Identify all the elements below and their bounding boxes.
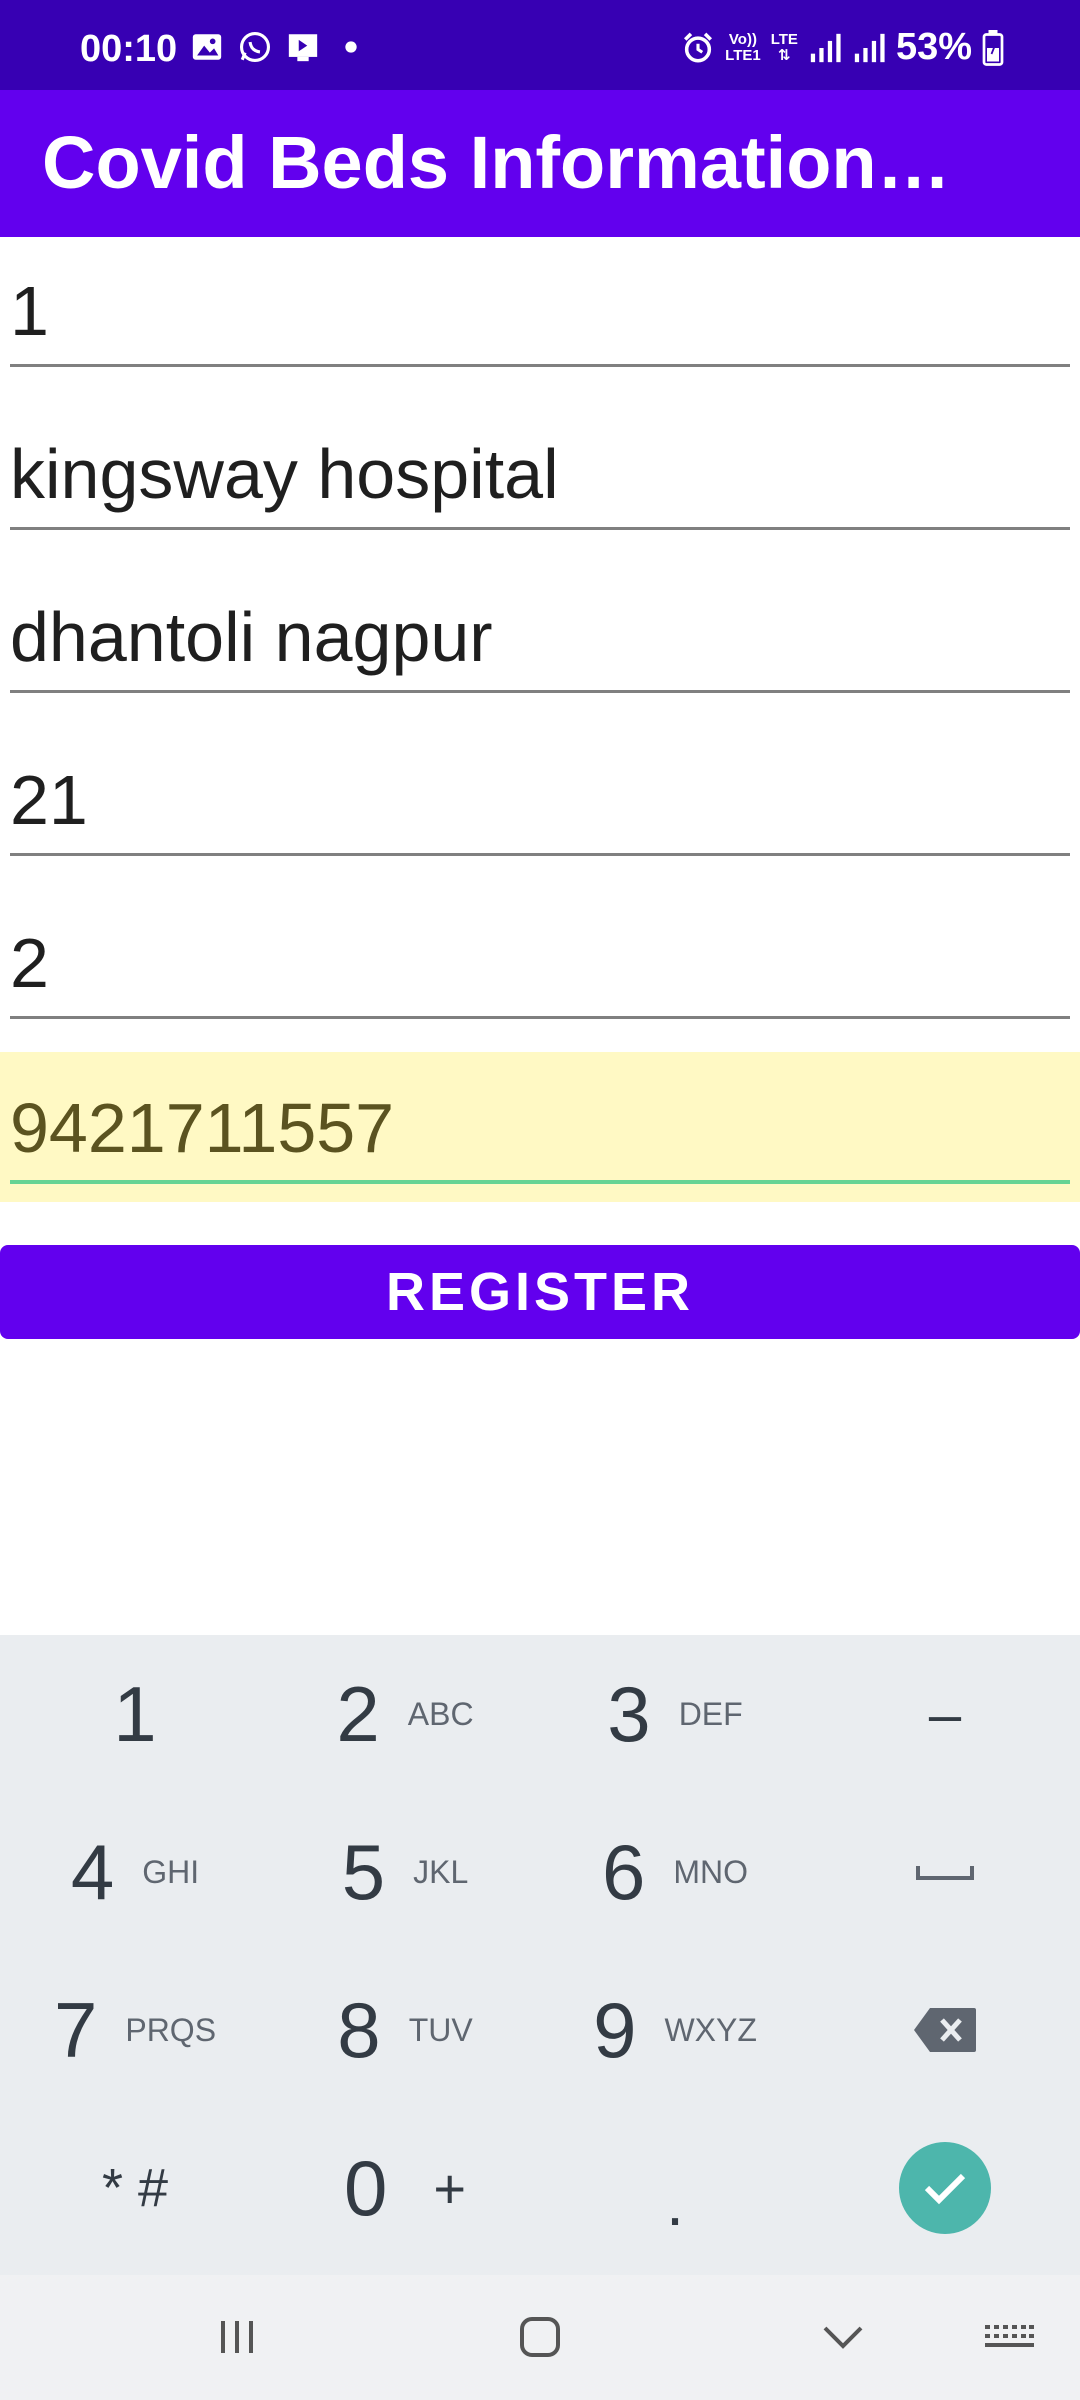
field-value: 2 xyxy=(10,924,49,1002)
key-1[interactable]: 1 xyxy=(0,1635,270,1793)
field-value: dhantoli nagpur xyxy=(10,598,493,676)
whatsapp-icon xyxy=(239,31,271,63)
address-field[interactable]: dhantoli nagpur xyxy=(10,563,1070,693)
space-icon xyxy=(916,1866,974,1880)
key-letters: PRQS xyxy=(125,2011,217,2048)
key-6[interactable]: 6 MNO xyxy=(540,1793,810,1951)
field-underline xyxy=(10,364,1070,367)
lte-indicator: LTE ⇅ xyxy=(770,30,798,64)
key-letters: TUV xyxy=(408,2011,473,2048)
key-digit: 1 xyxy=(113,1669,157,1758)
key-space[interactable] xyxy=(810,1793,1080,1951)
recent-apps-button[interactable] xyxy=(202,2305,272,2369)
signal-icon xyxy=(810,33,841,62)
status-bar: 00:10 Vo)) LTE1 LTE ⇅ 53% xyxy=(0,0,1080,90)
hospital-name-field[interactable]: kingsway hospital xyxy=(10,400,1070,530)
key-0[interactable]: 0 + xyxy=(270,2109,540,2267)
register-button[interactable]: REGISTER xyxy=(0,1245,1080,1339)
battery-percent: 53% xyxy=(895,26,972,68)
key-digit: 8 xyxy=(337,1985,381,2074)
key-9[interactable]: 9 WXYZ xyxy=(540,1951,810,2109)
field-value: 1 xyxy=(10,272,49,350)
field-underline-focused xyxy=(10,1180,1070,1184)
alarm-icon xyxy=(684,32,713,63)
status-time: 00:10 xyxy=(80,28,178,70)
key-digit: 2 xyxy=(336,1669,380,1758)
key-7[interactable]: 7 PRQS xyxy=(0,1951,270,2109)
data-arrows-icon: ⇅ xyxy=(778,46,791,64)
key-letters: DEF xyxy=(678,1695,743,1732)
dot-icon xyxy=(345,41,357,53)
key-digit: . xyxy=(666,2167,684,2239)
app-bar: Covid Beds Information… xyxy=(0,90,1080,237)
chevron-down-icon xyxy=(823,2326,863,2349)
key-period[interactable]: . xyxy=(540,2109,810,2267)
key-digit: 5 xyxy=(341,1827,386,1916)
battery-icon xyxy=(982,29,1004,66)
key-backspace[interactable] xyxy=(810,1951,1080,2109)
recents-icon xyxy=(221,2321,253,2353)
field-value: kingsway hospital xyxy=(10,435,559,513)
field-value: 21 xyxy=(10,761,88,839)
key-letters: ABC xyxy=(407,1695,474,1732)
done-button xyxy=(899,2142,991,2234)
page-title: Covid Beds Information… xyxy=(42,121,951,204)
status-notification-icons xyxy=(190,30,368,64)
gallery-icon xyxy=(192,34,222,60)
key-digit: 4 xyxy=(70,1827,115,1916)
key-done[interactable] xyxy=(810,2109,1080,2267)
lte1-label: LTE1 xyxy=(725,46,761,64)
available-beds-field[interactable]: 2 xyxy=(10,889,1070,1019)
media-icon xyxy=(288,34,318,62)
system-nav-bar xyxy=(0,2275,1080,2400)
numeric-keyboard: 1 2 ABC 3 DEF – 4 GHI 5 JKL 6 MNO 7 PRQS… xyxy=(0,1635,1080,2275)
key-plus: + xyxy=(433,2156,467,2220)
field-underline xyxy=(10,1016,1070,1019)
field-underline xyxy=(10,527,1070,530)
key-3[interactable]: 3 DEF xyxy=(540,1635,810,1793)
key-4[interactable]: 4 GHI xyxy=(0,1793,270,1951)
key-digit: 0 xyxy=(343,2143,388,2232)
key-letters: MNO xyxy=(673,1853,749,1890)
bed-id-field[interactable]: 1 xyxy=(10,237,1070,367)
key-2[interactable]: 2 ABC xyxy=(270,1635,540,1793)
key-letters: GHI xyxy=(142,1853,200,1890)
home-button[interactable] xyxy=(505,2305,575,2369)
signal-icon xyxy=(854,33,885,62)
key-digit: 3 xyxy=(607,1669,651,1758)
key-star-hash[interactable]: * # xyxy=(0,2109,270,2267)
key-minus[interactable]: – xyxy=(810,1635,1080,1793)
home-icon xyxy=(520,2317,560,2357)
field-underline xyxy=(10,690,1070,693)
keyboard-switch-button[interactable] xyxy=(974,2305,1044,2369)
volte-label: Vo)) xyxy=(728,30,757,48)
key-digit: 9 xyxy=(593,1985,637,2074)
key-digit: – xyxy=(928,1681,962,1747)
status-system-icons: Vo)) LTE1 LTE ⇅ 53% xyxy=(681,26,1004,69)
key-8[interactable]: 8 TUV xyxy=(270,1951,540,2109)
volte-indicator: Vo)) LTE1 xyxy=(725,30,761,64)
key-letters: WXYZ xyxy=(664,2011,757,2048)
hide-keyboard-button[interactable] xyxy=(808,2305,878,2369)
key-digit: 7 xyxy=(53,1985,98,2074)
field-value: 9421711557 xyxy=(10,1089,395,1167)
backspace-icon xyxy=(914,2008,976,2052)
phone-number-field[interactable]: 9421711557 xyxy=(10,1054,1070,1184)
field-underline xyxy=(10,853,1070,856)
key-letters: JKL xyxy=(413,1853,469,1890)
keyboard-icon xyxy=(985,2325,1034,2347)
lte-label: LTE xyxy=(770,30,798,48)
key-5[interactable]: 5 JKL xyxy=(270,1793,540,1951)
key-digit: * # xyxy=(101,2158,169,2218)
key-digit: 6 xyxy=(601,1827,646,1916)
check-icon xyxy=(924,2173,966,2205)
total-beds-field[interactable]: 21 xyxy=(10,726,1070,856)
